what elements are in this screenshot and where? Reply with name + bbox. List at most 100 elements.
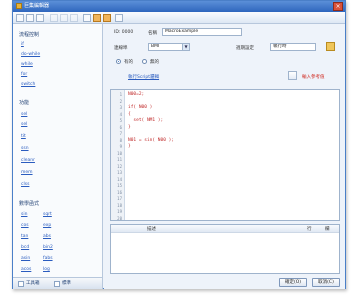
line-number: 10 — [117, 150, 122, 156]
line-number-gutter: 1 2 3 4 5 6 7 8 9 10 11 12 13 14 15 16 1… — [111, 90, 125, 221]
code-line: N00=2; — [128, 92, 145, 97]
code-line: } — [128, 124, 131, 130]
code-line: N01 = sin( N00 ); — [128, 137, 175, 143]
open-icon[interactable] — [26, 14, 34, 22]
insert-reference-icon[interactable] — [288, 71, 297, 80]
insert-reference-link[interactable]: 輸入參考值 — [302, 74, 325, 80]
line-number: 15 — [117, 183, 122, 188]
tab-standard-label: 標準 — [62, 281, 71, 286]
col-column: 欄 — [325, 227, 330, 232]
period-value: 執行時 — [273, 44, 287, 49]
sidebar-link-fn[interactable]: sel — [21, 122, 27, 127]
name-input[interactable]: MacroExample — [162, 28, 242, 36]
sidebar-link-for[interactable]: for — [21, 72, 27, 77]
sidebar-link-fn[interactable]: cleanr — [21, 158, 35, 163]
close-icon[interactable]: × — [333, 2, 343, 11]
port-select[interactable]: BMI ▼ — [148, 43, 190, 51]
save-icon[interactable] — [36, 14, 44, 22]
new-icon[interactable] — [16, 14, 24, 22]
paste-icon[interactable] — [70, 14, 78, 22]
sidebar-link-math[interactable]: log — [43, 267, 50, 272]
radio-off[interactable] — [142, 59, 147, 64]
toolbox-icon — [18, 281, 24, 287]
period-settings-icon[interactable] — [326, 42, 335, 51]
line-number: 19 — [117, 209, 122, 214]
name-label: 名稱 — [148, 31, 157, 36]
chevron-down-icon: ▼ — [182, 44, 189, 50]
ok-button[interactable]: 確定(O) — [279, 278, 307, 287]
sidebar-link-while[interactable]: while — [21, 62, 33, 67]
run-script-link[interactable]: 執行Script邏輯 — [128, 74, 159, 80]
line-number: 13 — [117, 170, 122, 175]
sidebar-link-math[interactable]: bin2 — [43, 245, 53, 250]
tab-toolbox[interactable]: 工具箱 — [17, 280, 40, 288]
sidebar-link-math[interactable]: sqrt — [43, 212, 52, 217]
line-number: 5 — [119, 118, 122, 123]
title-bar: 巨集編輯器 × — [13, 1, 345, 12]
sidebar-link-math[interactable]: abs — [43, 234, 51, 239]
toolbox-sidebar: 流程控制 if do-while while for switch 功能 sel… — [13, 24, 103, 289]
sidebar-link-fn[interactable]: mem — [21, 170, 33, 175]
macro-id-label: ID: 0000 — [114, 30, 134, 35]
period-label: 週期設定 — [236, 46, 254, 51]
toolbar — [13, 12, 345, 24]
code-line: } — [128, 144, 131, 149]
line-number: 4 — [119, 111, 122, 117]
sidebar-link-math[interactable]: fabs — [43, 256, 53, 261]
radio-on-label: 有的 — [124, 60, 133, 65]
code-line: { — [128, 111, 131, 117]
sidebar-link-math[interactable]: bcd — [21, 245, 29, 250]
line-number: 2 — [119, 98, 122, 104]
tab-toolbox-label: 工具箱 — [26, 281, 40, 286]
sidebar-link-fn[interactable]: clss — [21, 182, 29, 187]
copy-icon[interactable] — [60, 14, 68, 22]
help-icon[interactable] — [115, 14, 123, 22]
compile-icon[interactable] — [93, 14, 101, 22]
group-math: 數學函式 — [19, 201, 40, 207]
line-number: 11 — [117, 157, 122, 162]
sidebar-link-math[interactable]: exp — [43, 223, 51, 228]
sidebar-link-fn[interactable]: ssn — [21, 146, 29, 151]
editor-panel: ID: 0000 名稱 MacroExample 連線埠 BMI ▼ 週期設定 … — [104, 24, 345, 289]
output-header: 描述 行 欄 — [111, 225, 339, 233]
sidebar-link-fn[interactable]: sel — [21, 112, 27, 117]
sidebar-link-do-while[interactable]: do-while — [21, 52, 40, 57]
line-number: 16 — [117, 189, 122, 195]
col-line: 行 — [307, 227, 312, 232]
period-select[interactable]: 執行時 — [270, 43, 316, 51]
sidebar-link-math[interactable]: asin — [21, 256, 30, 261]
code-line: if( N00 ) — [128, 105, 153, 110]
radio-on[interactable] — [116, 59, 121, 64]
cut-icon[interactable] — [50, 14, 58, 22]
sidebar-link-math[interactable]: sin — [21, 212, 27, 217]
run-icon[interactable] — [103, 14, 111, 22]
line-number: 3 — [119, 105, 122, 110]
sidebar-link-math[interactable]: tan — [21, 234, 28, 239]
line-number: 9 — [119, 144, 122, 149]
col-description: 描述 — [147, 227, 156, 232]
line-number: 7 — [119, 131, 122, 136]
sidebar-link-switch[interactable]: switch — [21, 82, 35, 87]
app-icon — [16, 3, 22, 9]
line-number: 8 — [119, 137, 122, 143]
tab-standard[interactable]: 標準 — [53, 280, 71, 288]
sidebar-tabs: 工具箱 標準 — [13, 277, 102, 289]
line-number: 1 — [119, 92, 122, 97]
code-editor[interactable]: 1 2 3 4 5 6 7 8 9 10 11 12 13 14 15 16 1… — [110, 89, 340, 221]
sidebar-link-math[interactable]: cos — [21, 223, 29, 228]
sidebar-link-math[interactable]: acos — [21, 267, 31, 272]
sidebar-link-fn[interactable]: tit — [21, 134, 26, 139]
line-number: 12 — [117, 163, 122, 169]
line-number: 17 — [117, 196, 122, 201]
port-value: BMI — [151, 44, 160, 49]
cancel-button[interactable]: 取消(C) — [312, 278, 340, 287]
find-icon[interactable] — [83, 14, 91, 22]
port-label: 連線埠 — [114, 46, 128, 51]
radio-off-label: 無的 — [150, 60, 159, 65]
sidebar-link-if[interactable]: if — [21, 42, 24, 47]
standard-icon — [54, 281, 60, 287]
group-functions: 功能 — [19, 100, 30, 106]
line-number: 14 — [117, 176, 122, 182]
output-panel: 描述 行 欄 — [110, 224, 340, 274]
line-number: 6 — [119, 124, 122, 130]
